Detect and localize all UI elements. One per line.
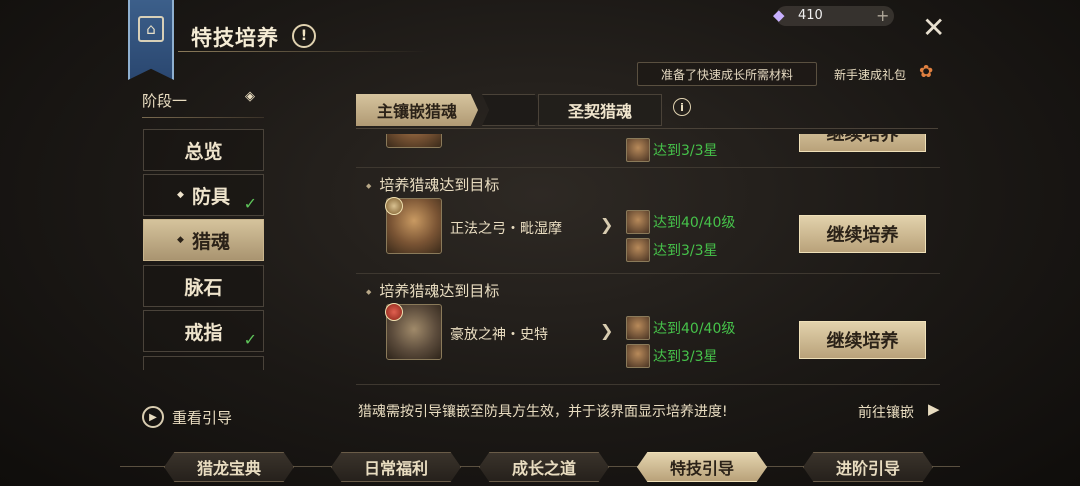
goal-title: 培养猎魂达到目标: [366, 174, 499, 195]
list-item: 培养猎魂达到目标 豪放之神・史特 ❯ 达到40/40级 达到3/3星 继续培养: [356, 274, 940, 379]
requirement-star: 达到3/3星: [626, 238, 718, 262]
guild-banner: ⌂: [128, 0, 174, 80]
soul-thumb-icon: [626, 316, 650, 340]
requirement-star: 达到3/3星: [626, 138, 718, 162]
stage-divider: [142, 117, 264, 118]
sidebar-item-ring[interactable]: 戒指 ✓: [143, 310, 264, 352]
requirement-star: 达到3/3星: [626, 344, 718, 368]
soul-thumb-icon: [626, 210, 650, 234]
stage-toggle-icon[interactable]: ◈: [245, 89, 255, 104]
sidebar-item-partial[interactable]: [143, 356, 264, 370]
sidebar-item-label: 防具: [191, 185, 230, 208]
footer-divider: [356, 384, 940, 385]
info-icon[interactable]: !: [292, 24, 316, 48]
goto-inlay-link[interactable]: 前往镶嵌: [858, 402, 914, 422]
sidebar-item-label: 猎魂: [191, 230, 230, 253]
bottom-tab-daily-welfare[interactable]: 日常福利: [331, 452, 461, 482]
footer-note: 猎魂需按引导镶嵌至防具方生效，并于该界面显示培养进度!: [358, 404, 728, 420]
gift-icon[interactable]: ✿: [919, 62, 933, 82]
replay-label: 重看引导: [172, 408, 233, 427]
soul-thumb-icon: [626, 344, 650, 368]
gift-pack-link[interactable]: 新手速成礼包: [834, 66, 906, 83]
rank-badge-icon: [385, 303, 403, 321]
bottom-tab-dragon-codex[interactable]: 猎龙宝典: [164, 452, 294, 482]
bottom-tab-growth-path[interactable]: 成长之道: [479, 452, 609, 482]
chevron-right-icon[interactable]: ▶: [928, 400, 940, 418]
tabs-divider: [356, 128, 938, 129]
goal-title: 培养猎魂达到目标: [366, 280, 499, 301]
bullet-icon: ◆: [177, 235, 184, 245]
sidebar-item-armor[interactable]: ◆ 防具 ✓: [143, 174, 264, 216]
continue-train-button[interactable]: 继续培养: [799, 321, 926, 359]
notice-banner: 准备了快速成长所需材料: [637, 62, 817, 86]
page-title: 特技培养: [191, 26, 279, 50]
sidebar-item-label: 总览: [184, 140, 223, 163]
tab-contract-soul[interactable]: 圣契猎魂: [538, 94, 662, 126]
bottom-tab-skill-guide[interactable]: 特技引导: [637, 452, 767, 482]
emblem-icon: ⌂: [138, 16, 164, 42]
diamond-count: 410: [798, 8, 823, 23]
soul-thumb-icon: [626, 238, 650, 262]
bottom-tab-advance-guide[interactable]: 进阶引导: [803, 452, 933, 482]
check-icon: ✓: [243, 330, 257, 349]
tab-separator: [482, 94, 542, 126]
continue-train-button[interactable]: 继续培养: [799, 215, 926, 253]
add-currency-button[interactable]: +: [876, 6, 889, 25]
requirement-level: 达到40/40级: [626, 316, 735, 340]
sidebar-item-hunter-soul[interactable]: ◆ 猎魂: [143, 219, 264, 261]
soul-name: 豪放之神・史特: [450, 327, 548, 343]
title-divider: [178, 51, 428, 52]
stage-label: 阶段一: [142, 92, 188, 110]
close-button[interactable]: ✕: [922, 14, 945, 42]
check-icon: ✓: [243, 194, 257, 213]
soul-name: 正法之弓・毗湿摩: [450, 221, 562, 237]
tab-main-soul[interactable]: 主镶嵌猎魂: [356, 94, 478, 126]
diamond-icon: ◆: [773, 6, 785, 24]
list-item: 达到3/3星 继续培养: [356, 134, 940, 168]
chevron-right-icon: ❯: [600, 321, 614, 340]
sidebar-item-label: 戒指: [184, 321, 223, 344]
sidebar-item-overview[interactable]: 总览: [143, 129, 264, 171]
sidebar-item-vein-stone[interactable]: 脉石: [143, 265, 264, 307]
info-icon[interactable]: i: [673, 98, 691, 116]
goal-list[interactable]: 达到3/3星 继续培养 培养猎魂达到目标 正法之弓・毗湿摩 ❯ 达到40/40级…: [356, 134, 940, 379]
list-item: 培养猎魂达到目标 正法之弓・毗湿摩 ❯ 达到40/40级 达到3/3星 继续培养: [356, 168, 940, 274]
rank-badge-icon: [385, 197, 403, 215]
requirement-level: 达到40/40级: [626, 210, 735, 234]
sidebar-item-label: 脉石: [184, 276, 223, 299]
soul-portrait[interactable]: [385, 303, 442, 360]
continue-train-button[interactable]: 继续培养: [799, 134, 926, 152]
soul-portrait[interactable]: [386, 134, 442, 148]
play-icon: ▶: [142, 406, 164, 428]
soul-thumb-icon: [626, 138, 650, 162]
chevron-right-icon: ❯: [600, 215, 614, 234]
soul-portrait[interactable]: [385, 197, 442, 254]
bullet-icon: ◆: [177, 190, 184, 200]
replay-guide-button[interactable]: ▶ 重看引导: [142, 406, 232, 428]
